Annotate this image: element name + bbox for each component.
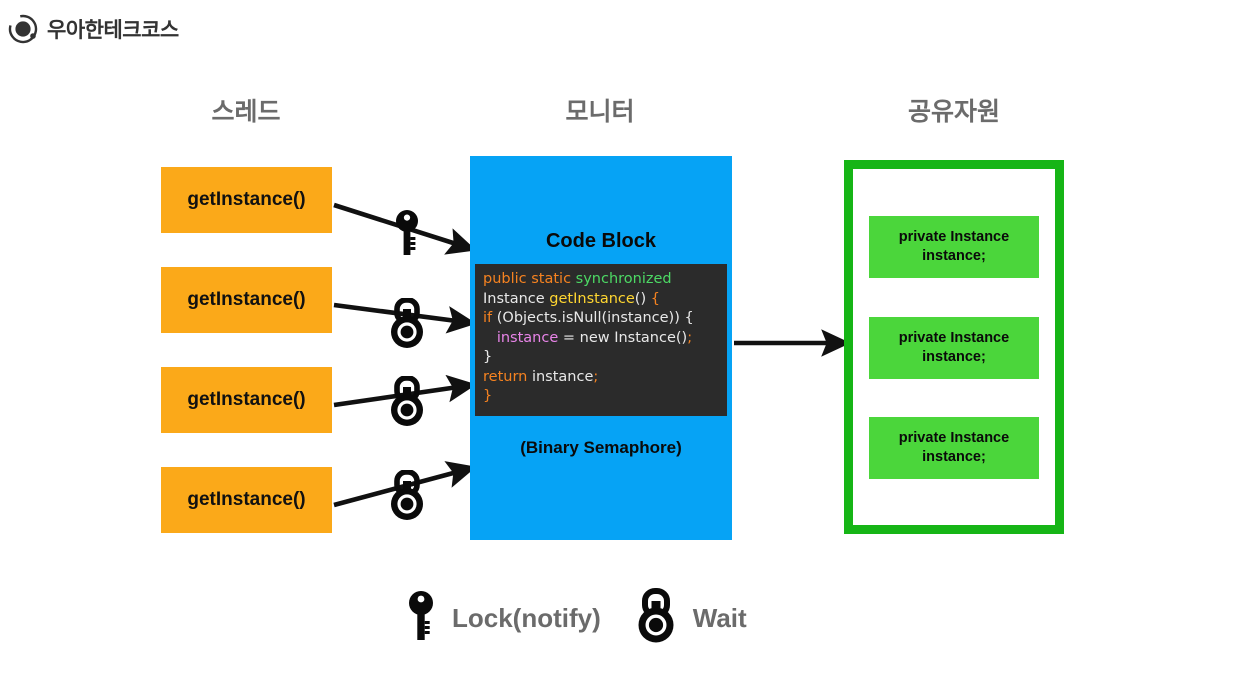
legend: Lock(notify) Wait <box>406 588 747 649</box>
column-heading-thread: 스레드 <box>211 98 281 126</box>
code-token: return <box>483 368 532 385</box>
column-heading-monitor: 모니터 <box>565 98 635 126</box>
code-token: } <box>483 388 493 404</box>
code-line: } <box>475 348 727 368</box>
code-token: (Objects.isNull(instance)) { <box>496 310 694 326</box>
legend-item-wait: Wait <box>635 588 747 649</box>
resource-line2: instance; <box>922 349 986 365</box>
thread-box: getInstance() <box>161 167 332 233</box>
legend-label-wait: Wait <box>692 603 747 633</box>
monitor-title: Code Block <box>545 230 657 252</box>
legend-label-lock: Lock(notify) <box>452 603 601 633</box>
resource-box: private Instance instance; <box>869 417 1039 479</box>
code-token: } <box>483 349 493 365</box>
code-token: public static <box>483 271 576 287</box>
resource-line1: private Instance <box>898 430 1010 446</box>
monitor-subtitle: (Binary Semaphore) <box>520 438 682 457</box>
thread-box: getInstance() <box>161 367 332 433</box>
code-line: return instance; <box>475 368 727 388</box>
code-token: { <box>650 290 660 307</box>
padlock-icon <box>635 588 677 649</box>
code-token: () <box>634 290 651 307</box>
brand-header: 우아한테크코스 <box>8 14 179 44</box>
padlock-icon <box>388 375 426 433</box>
code-token: Instance <box>483 290 550 307</box>
code-block: public static synchronized Instance getIn… <box>475 264 727 416</box>
resource-line1: private Instance <box>898 330 1010 346</box>
code-token: instance <box>496 329 559 346</box>
code-line: } <box>475 387 727 407</box>
resource-box: private Instance instance; <box>869 216 1039 278</box>
resource-line2: instance; <box>922 248 986 264</box>
resource-line2: instance; <box>922 449 986 465</box>
thread-box: getInstance() <box>161 467 332 533</box>
code-token: if <box>483 310 497 326</box>
code-token: getInstance <box>549 290 635 307</box>
code-token: ; <box>687 329 693 346</box>
code-line: if (Objects.isNull(instance)) { <box>475 309 727 329</box>
resource-box: private Instance instance; <box>869 317 1039 379</box>
code-token: ; <box>593 368 599 385</box>
resource-line1: private Instance <box>898 229 1010 245</box>
thread-box: getInstance() <box>161 267 332 333</box>
key-icon <box>406 590 436 647</box>
code-token: synchronized <box>575 271 672 287</box>
code-token: instance <box>531 368 594 385</box>
code-line: instance = new Instance(); <box>475 329 727 349</box>
monitor-panel: Code Block public static synchronized Ins… <box>470 156 732 540</box>
padlock-icon <box>388 469 426 527</box>
circle-dot-logo-icon <box>8 14 38 44</box>
key-icon <box>392 209 422 262</box>
code-token: = new Instance() <box>558 329 688 346</box>
column-heading-resource: 공유자원 <box>907 98 1001 126</box>
brand-name: 우아한테크코스 <box>47 19 179 42</box>
code-line: Instance getInstance() { <box>475 290 727 310</box>
code-line: public static synchronized <box>475 270 727 290</box>
legend-item-lock: Lock(notify) <box>406 590 601 647</box>
padlock-icon <box>388 297 426 355</box>
